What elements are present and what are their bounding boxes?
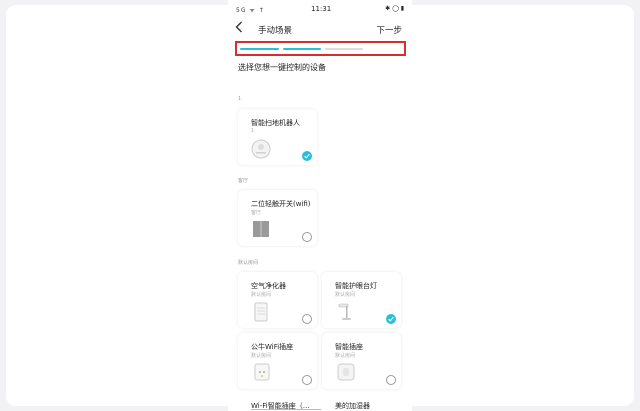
- select-checkbox[interactable]: [386, 314, 396, 324]
- select-checkbox[interactable]: [302, 151, 312, 161]
- page-title: 手动场景: [258, 26, 293, 36]
- next-step-button[interactable]: 下一步: [376, 24, 402, 36]
- device-room: 默认房间: [335, 292, 356, 298]
- device-card-wifi-socket[interactable]: 公牛WiFi插座 默认房间: [238, 333, 317, 389]
- air-purifier-icon: [254, 302, 268, 326]
- group-label-living-room: 客厅: [238, 178, 249, 184]
- device-room: 默认房间: [251, 292, 272, 298]
- signal-indicators: 5G ᯤ ↑: [236, 7, 265, 14]
- progress-segment-2: [283, 48, 321, 50]
- battery-indicators: ✱ ◯ ▮: [385, 5, 404, 12]
- device-name-partial[interactable]: 美的加湿器: [335, 401, 370, 411]
- select-checkbox[interactable]: [302, 375, 312, 385]
- device-card-smart-plug[interactable]: 智能插座 默认房间: [322, 333, 401, 389]
- phone-screen: 5G ᯤ ↑ 11:31 ✱ ◯ ▮ 手动场景 下一步 选择您想一键控制的设备 …: [228, 0, 412, 411]
- device-card-robot-vacuum[interactable]: 智能扫地机器人 1: [238, 109, 317, 165]
- device-card-desk-lamp[interactable]: 智能护眼台灯 默认房间: [322, 272, 401, 328]
- device-name: 二位轻触开关(wifi): [251, 200, 311, 208]
- divider: [251, 409, 321, 410]
- back-arrow-icon[interactable]: [235, 21, 243, 37]
- device-name: 智能插座: [335, 343, 363, 351]
- check-icon: [304, 153, 310, 159]
- step-progress-highlight: [235, 41, 406, 56]
- top-bar: 手动场景 下一步: [228, 18, 412, 42]
- instruction-text: 选择您想一键控制的设备: [238, 63, 326, 72]
- device-card-wall-switch[interactable]: 二位轻触开关(wifi) 客厅: [238, 190, 317, 246]
- group-label-default-room: 默认房间: [238, 260, 259, 266]
- smart-plug-icon: [337, 363, 355, 385]
- status-time: 11:31: [311, 5, 332, 13]
- progress-segment-3: [325, 48, 363, 50]
- wall-switch-icon: [252, 220, 270, 242]
- desk-lamp-icon: [337, 302, 353, 326]
- device-room: 默认房间: [251, 353, 272, 359]
- group-label-1: 1: [238, 96, 242, 102]
- device-room: 客厅: [251, 210, 262, 216]
- select-checkbox[interactable]: [386, 375, 396, 385]
- progress-segment-1: [240, 48, 279, 50]
- select-checkbox[interactable]: [302, 314, 312, 324]
- wifi-socket-icon: [254, 363, 270, 385]
- status-bar: 5G ᯤ ↑ 11:31 ✱ ◯ ▮: [228, 0, 412, 18]
- device-room: 默认房间: [335, 353, 356, 359]
- robot-vacuum-icon: [251, 139, 271, 163]
- device-name: 智能护眼台灯: [335, 282, 377, 290]
- check-icon: [388, 316, 394, 322]
- device-card-air-purifier[interactable]: 空气净化器 默认房间: [238, 272, 317, 328]
- select-checkbox[interactable]: [302, 232, 312, 242]
- device-name: 智能扫地机器人: [251, 119, 300, 127]
- device-name: 空气净化器: [251, 282, 286, 290]
- device-name: 公牛WiFi插座: [251, 343, 294, 351]
- device-room: 1: [251, 128, 255, 134]
